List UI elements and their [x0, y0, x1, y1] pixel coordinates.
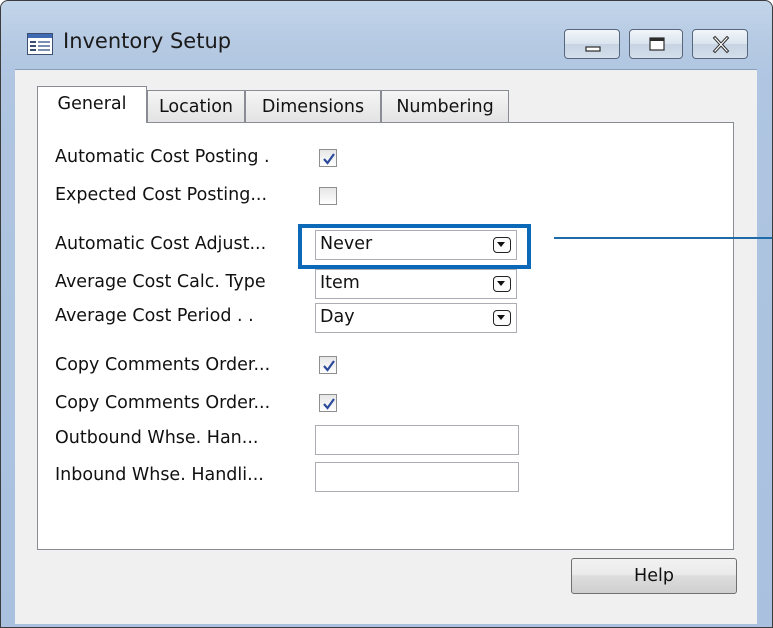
tab-dimensions[interactable]: Dimensions — [245, 90, 381, 122]
title-bar[interactable]: Inventory Setup — [1, 1, 772, 69]
tab-numbering-label: Numbering — [396, 97, 494, 117]
general-tab-panel: Automatic Cost Posting . Expected Cost P… — [37, 122, 734, 550]
average-cost-period-select[interactable]: Day — [315, 303, 517, 333]
tab-location-label: Location — [158, 97, 234, 117]
close-icon — [712, 35, 730, 54]
copy-comments-order-label-1: Copy Comments Order... — [55, 355, 271, 375]
close-button[interactable] — [692, 29, 748, 59]
average-cost-calc-type-value: Item — [320, 273, 360, 293]
automatic-cost-posting-label: Automatic Cost Posting . — [55, 147, 270, 167]
inventory-setup-window: Inventory Setup General Location Dimensi… — [0, 0, 773, 628]
average-cost-period-value: Day — [320, 307, 355, 327]
tab-location[interactable]: Location — [147, 90, 245, 122]
minimize-button[interactable] — [564, 29, 620, 59]
tab-general[interactable]: General — [37, 86, 147, 123]
expected-cost-posting-checkbox[interactable] — [319, 187, 337, 205]
expected-cost-posting-label: Expected Cost Posting... — [55, 185, 268, 205]
checkmark-icon — [323, 360, 335, 372]
copy-comments-order-label-2: Copy Comments Order... — [55, 393, 271, 413]
automatic-cost-adjustment-label: Automatic Cost Adjust... — [55, 234, 267, 254]
maximize-icon — [649, 37, 665, 51]
checkmark-icon — [323, 153, 335, 165]
copy-comments-order-checkbox-2[interactable] — [319, 394, 337, 412]
average-cost-period-label: Average Cost Period . . — [55, 306, 254, 326]
inbound-whse-handling-input[interactable] — [315, 462, 519, 492]
maximize-button[interactable] — [629, 29, 683, 59]
tab-dimensions-label: Dimensions — [261, 97, 365, 117]
form-icon — [27, 33, 53, 55]
minimize-icon — [585, 46, 601, 52]
callout-line — [554, 237, 772, 239]
checkmark-icon — [323, 398, 335, 410]
help-button[interactable]: Help — [571, 558, 737, 594]
highlight-box — [298, 224, 531, 269]
dropdown-arrow-icon[interactable] — [493, 310, 511, 326]
outbound-whse-handling-input[interactable] — [315, 425, 519, 455]
window-title: Inventory Setup — [63, 29, 232, 53]
tab-general-label: General — [57, 94, 127, 114]
outbound-whse-handling-label: Outbound Whse. Han... — [55, 428, 259, 448]
automatic-cost-posting-checkbox[interactable] — [319, 149, 337, 167]
tab-numbering[interactable]: Numbering — [381, 90, 509, 122]
copy-comments-order-checkbox-1[interactable] — [319, 356, 337, 374]
inbound-whse-handling-label: Inbound Whse. Handli... — [55, 465, 264, 485]
average-cost-calc-type-label: Average Cost Calc. Type — [55, 272, 266, 292]
average-cost-calc-type-select[interactable]: Item — [315, 269, 517, 299]
dialog-client-area: General Location Dimensions Numbering Au… — [15, 69, 757, 624]
dropdown-arrow-icon[interactable] — [493, 276, 511, 292]
